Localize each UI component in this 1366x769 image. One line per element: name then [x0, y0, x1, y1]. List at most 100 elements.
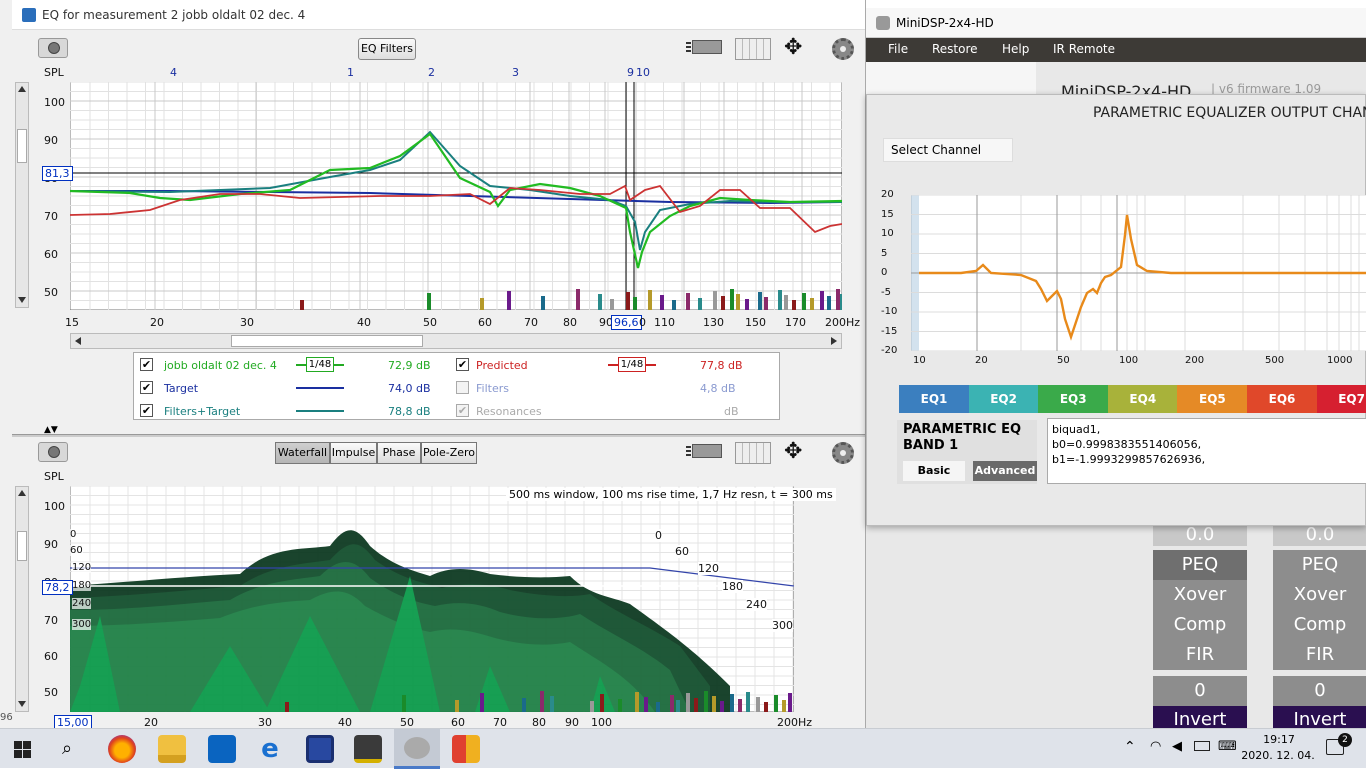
bottom-camera-icon[interactable] [38, 442, 68, 462]
top-x-zero: 0 [639, 316, 646, 329]
eq-tab-7[interactable]: EQ7 [1316, 385, 1366, 413]
xover-tile-left[interactable]: Xover [1153, 580, 1247, 610]
windows-start-icon[interactable] [14, 741, 31, 758]
peq-tile-right[interactable]: PEQ [1273, 550, 1366, 580]
legend-row-filters[interactable]: Filters 4,8 dB [456, 380, 776, 400]
waterfall-chart[interactable] [70, 486, 794, 712]
smoothing-badge[interactable]: 1/48 [608, 357, 656, 373]
resonance-bar [698, 298, 702, 310]
input-language-icon[interactable]: ⌨ [1218, 739, 1237, 754]
app-icon[interactable] [452, 735, 480, 763]
menu-file[interactable]: File [888, 42, 908, 56]
x-tick-label: 60 [451, 716, 465, 728]
legend-row-resonances[interactable]: ✔ Resonances dB [456, 403, 776, 423]
legend-row-measurement[interactable]: ✔ jobb oldalt 02 dec. 4 1/48 72,9 dB [140, 357, 440, 377]
x-tick-label: 50 [400, 716, 414, 728]
biquad-textarea[interactable]: biquad1, b0=0.9998383551406056, b1=-1.99… [1047, 418, 1366, 484]
top-camera-icon[interactable] [38, 38, 68, 58]
divider-collapse-icon[interactable]: ▲▼ [44, 425, 58, 435]
traces-strip-icon[interactable] [735, 38, 771, 60]
eq-tab-2[interactable]: EQ2 [968, 385, 1039, 413]
waterfall-gear-icon[interactable] [832, 442, 854, 464]
legend-checkbox[interactable]: ✔ [140, 404, 153, 417]
legend-checkbox[interactable]: ✔ [456, 358, 469, 371]
comp-tile-left[interactable]: Comp [1153, 610, 1247, 640]
xover-tile-right[interactable]: Xover [1273, 580, 1366, 610]
fir-tile-right[interactable]: FIR [1273, 640, 1366, 670]
legend-row-filters-target[interactable]: ✔ Filters+Target 78,8 dB [140, 403, 440, 423]
clock-date[interactable]: 2020. 12. 04. [1238, 749, 1318, 762]
eq-tab-6[interactable]: EQ6 [1247, 385, 1317, 413]
peq-tile-left[interactable]: PEQ [1153, 550, 1247, 580]
battery-icon[interactable] [1194, 741, 1210, 751]
clock-time[interactable]: 19:17 [1244, 733, 1314, 746]
file-explorer-icon[interactable] [158, 735, 186, 763]
eq-tab-5[interactable]: EQ5 [1177, 385, 1248, 413]
top-chart-hscroll[interactable] [70, 333, 842, 349]
legend-row-target[interactable]: ✔ Target 74,0 dB [140, 380, 440, 400]
tab-impulse[interactable]: Impulse [330, 442, 377, 464]
tab-pole-zero[interactable]: Pole-Zero [421, 442, 477, 464]
waterfall-move-arrows-icon[interactable]: ✥ [784, 441, 802, 463]
eq-filters-button[interactable]: EQ Filters [358, 38, 416, 60]
advanced-button[interactable]: Advanced [973, 461, 1037, 481]
menu-restore[interactable]: Restore [932, 42, 978, 56]
graph-layout-icon[interactable] [686, 38, 722, 60]
eq-tab-4[interactable]: EQ4 [1107, 385, 1178, 413]
resonance-bar [480, 693, 484, 712]
frequency-response-chart[interactable] [70, 82, 842, 310]
legend-row-predicted[interactable]: ✔ Predicted 1/48 77,8 dB [456, 357, 776, 377]
top-axis-tick: 10 [636, 66, 650, 79]
top-chart-vscroll[interactable] [15, 82, 29, 308]
peq-y-tick: 10 [881, 228, 894, 239]
menu-ir-remote[interactable]: IR Remote [1053, 42, 1115, 56]
output-gain-tile-left[interactable]: 0.0 [1153, 524, 1247, 546]
basic-button[interactable]: Basic [903, 461, 965, 481]
pane-divider[interactable] [12, 434, 865, 437]
menu-help[interactable]: Help [1002, 42, 1029, 56]
invert-tile-right[interactable]: Invert [1273, 706, 1366, 730]
legend-checkbox[interactable]: ✔ [140, 358, 153, 371]
x-tick-label: 110 [654, 316, 675, 329]
outlook-icon[interactable] [208, 735, 236, 763]
resonance-bar [730, 694, 734, 712]
resonance-bar [610, 299, 614, 310]
move-arrows-icon[interactable]: ✥ [784, 37, 802, 59]
waterfall-vscroll[interactable] [15, 486, 29, 712]
top-axis-tick: 4 [170, 66, 177, 79]
firefox-icon[interactable] [108, 735, 136, 763]
x-tick-label: 70 [493, 716, 507, 728]
waterfall-strip-icon[interactable] [735, 442, 771, 464]
select-channel-dropdown[interactable]: Select Channel [883, 138, 1013, 162]
eq-tab-3[interactable]: EQ3 [1038, 385, 1109, 413]
legend-checkbox[interactable] [456, 381, 469, 394]
legend-checkbox[interactable]: ✔ [456, 404, 469, 417]
smoothing-badge[interactable]: 1/48 [296, 357, 344, 373]
resonance-bar [550, 696, 554, 712]
legend-checkbox[interactable]: ✔ [140, 381, 153, 394]
network-icon[interactable]: ◠ [1150, 739, 1161, 754]
peq-y-tick: -10 [881, 306, 898, 317]
internet-explorer-icon[interactable]: e [256, 735, 284, 763]
rew-taskbar-icon[interactable] [354, 735, 382, 763]
resonance-bar [694, 698, 698, 712]
delay-tile-left[interactable]: 0 [1153, 676, 1247, 706]
save-disk-icon[interactable] [306, 735, 334, 763]
tab-waterfall[interactable]: Waterfall [275, 442, 330, 464]
search-icon[interactable]: ⌕ [62, 738, 72, 759]
chevron-up-icon[interactable]: ⌃ [1124, 739, 1136, 755]
minidsp-taskbar-active[interactable] [394, 729, 440, 769]
fir-tile-left[interactable]: FIR [1153, 640, 1247, 670]
speaker-icon[interactable]: ◀ [1172, 739, 1182, 754]
eq-tab-1[interactable]: EQ1 [899, 385, 969, 413]
comp-tile-right[interactable]: Comp [1273, 610, 1366, 640]
waterfall-layout-icon[interactable] [686, 442, 722, 464]
resonance-bar [745, 299, 749, 310]
tab-phase[interactable]: Phase [377, 442, 421, 464]
top-axis-tick: 1 [347, 66, 354, 79]
delay-tile-right[interactable]: 0 [1273, 676, 1366, 706]
gear-icon[interactable] [832, 38, 854, 60]
output-gain-tile-right[interactable]: 0.0 [1273, 524, 1366, 546]
invert-tile-left[interactable]: Invert [1153, 706, 1247, 730]
peq-response-chart[interactable] [911, 195, 1366, 351]
